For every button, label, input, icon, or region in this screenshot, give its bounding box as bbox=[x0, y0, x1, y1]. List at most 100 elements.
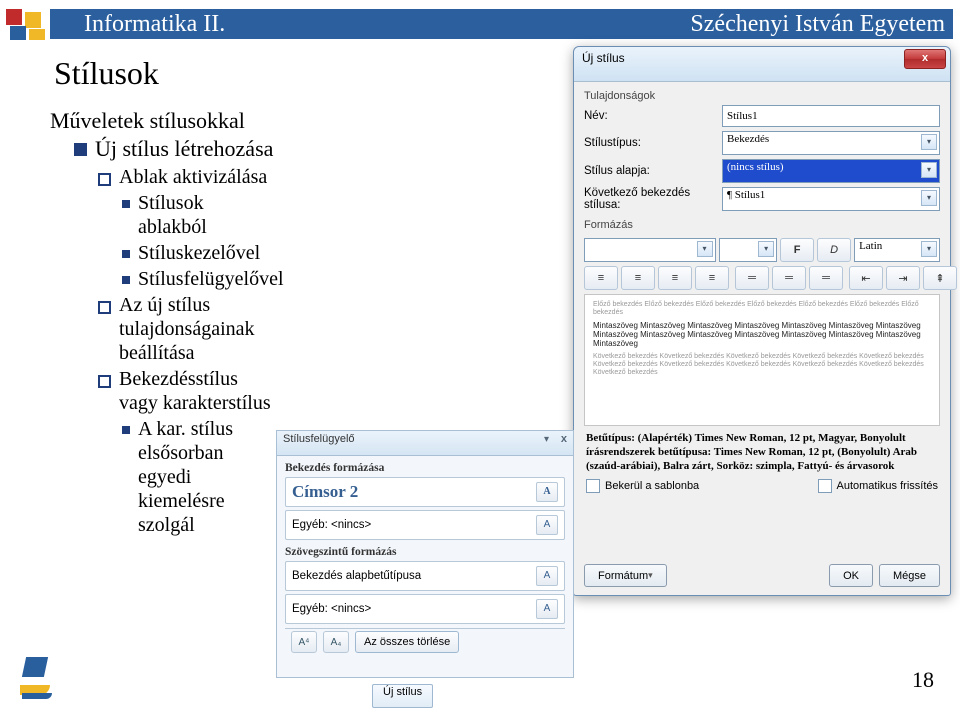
format-menu-button[interactable]: Formátum bbox=[584, 564, 667, 587]
pane-titlebar[interactable]: Stílusfelügyelő ▾ x bbox=[277, 431, 573, 456]
script-select[interactable]: Latin ▾ bbox=[854, 238, 940, 262]
font-toolbar: ▾ ▾ F D Latin ▾ bbox=[584, 238, 940, 262]
chevron-down-icon: ▾ bbox=[921, 241, 937, 257]
pane-close-button[interactable]: x bbox=[561, 433, 567, 445]
header-bar: Informatika II. Széchenyi István Egyetem bbox=[50, 9, 953, 39]
add-to-template-checkbox[interactable]: Bekerül a sablonba bbox=[586, 479, 699, 493]
list-item-label: Bekezdésstílus vagy karakterstílus bbox=[119, 367, 275, 415]
font-family-select[interactable]: ▾ bbox=[584, 238, 716, 262]
based-on-value: (nincs stílus) bbox=[727, 161, 784, 173]
new-style-button[interactable]: Új stílus bbox=[372, 684, 433, 708]
bold-button[interactable]: F bbox=[780, 238, 814, 262]
paragraph-formatting-label: Bekezdés formázása bbox=[285, 462, 565, 474]
chevron-down-icon: ▾ bbox=[697, 241, 713, 257]
list-item: Ablak aktivizálása bbox=[98, 165, 275, 189]
toolbar-new-style: Új stílus bbox=[372, 684, 433, 708]
sample-main: Mintaszöveg Mintaszöveg Mintaszöveg Mint… bbox=[593, 321, 931, 349]
list-item-label: Ablak aktivizálása bbox=[119, 165, 267, 189]
align-right-button[interactable]: ≡ bbox=[658, 266, 692, 290]
align-justify-button[interactable]: ≡ bbox=[695, 266, 729, 290]
dialog-title-text: Új stílus bbox=[582, 51, 625, 65]
italic-button[interactable]: D bbox=[817, 238, 851, 262]
inspector-toolbar: A⁴ A₄ Az összes törlése bbox=[285, 628, 565, 655]
bullet-icon bbox=[74, 143, 87, 156]
style-description: Betűtípus: (Alapérték) Times New Roman, … bbox=[586, 432, 938, 473]
page-title: Stílusok bbox=[54, 55, 159, 92]
list-item: Új stílus létrehozása bbox=[74, 136, 275, 162]
align-left-button[interactable]: ≡ bbox=[584, 266, 618, 290]
sample-preview: Előző bekezdés Előző bekezdés Előző beke… bbox=[584, 294, 940, 426]
list-item-label: Az új stílus tulajdonságainak beállítása bbox=[119, 293, 275, 365]
bullet-icon bbox=[122, 250, 130, 258]
bullet-icon bbox=[98, 301, 111, 314]
group-formatting: Formázás bbox=[584, 217, 940, 234]
list-item: A kar. stílus elsősorban egyedi kiemelés… bbox=[122, 417, 275, 537]
paragraph-other-box[interactable]: Egyéb: <nincs> A bbox=[285, 510, 565, 540]
reset-paragraph-style-icon[interactable]: A bbox=[536, 482, 558, 502]
text-formatting-label: Szövegszintű formázás bbox=[285, 546, 565, 558]
script-value: Latin bbox=[859, 240, 882, 252]
list-item: Stíluskezelővel bbox=[122, 241, 275, 265]
based-on-label: Stílus alapja: bbox=[584, 165, 722, 177]
character-style-box[interactable]: Bekezdés alapbetűtípusa A bbox=[285, 561, 565, 591]
based-on-select[interactable]: (nincs stílus) ▾ bbox=[722, 159, 940, 183]
new-style-icon[interactable]: A₄ bbox=[323, 631, 349, 653]
paragraph-toolbar: ≡ ≡ ≡ ≡ ═ ═ ═ ⇤ ⇥ ⇞ ⇟ bbox=[584, 266, 940, 290]
bullet-icon bbox=[98, 173, 111, 186]
chevron-down-icon: ▾ bbox=[921, 162, 937, 178]
styles-pane-icon[interactable]: A⁴ bbox=[291, 631, 317, 653]
close-icon: x bbox=[922, 52, 928, 64]
character-other-value: Egyéb: <nincs> bbox=[292, 603, 371, 615]
sample-after: Következő bekezdés Következő bekezdés Kö… bbox=[593, 353, 931, 377]
sample-before: Előző bekezdés Előző bekezdés Előző beke… bbox=[593, 301, 931, 317]
line-spacing-2-button[interactable]: ═ bbox=[772, 266, 806, 290]
chevron-down-icon: ▾ bbox=[921, 190, 937, 206]
bullet-icon bbox=[98, 375, 111, 388]
auto-update-checkbox[interactable]: Automatikus frissítés bbox=[818, 479, 938, 493]
pane-style-inspector: Stílusfelügyelő ▾ x Bekezdés formázása C… bbox=[276, 430, 574, 678]
chevron-down-icon: ▾ bbox=[921, 134, 937, 150]
ok-button[interactable]: OK bbox=[829, 564, 873, 587]
pane-title-text: Stílusfelügyelő bbox=[283, 433, 355, 445]
list-item-label: Stílusok ablakból bbox=[138, 191, 275, 239]
close-button[interactable]: x bbox=[904, 49, 946, 69]
course-title: Informatika II. bbox=[84, 9, 225, 39]
list-item-label: Új stílus létrehozása bbox=[95, 136, 273, 162]
next-style-select[interactable]: ¶ Stílus1 ▾ bbox=[722, 187, 940, 211]
decrease-spacing-button[interactable]: ⇞ bbox=[923, 266, 957, 290]
paragraph-style-box[interactable]: Címsor 2 A bbox=[285, 477, 565, 507]
align-center-button[interactable]: ≡ bbox=[621, 266, 655, 290]
dialog-titlebar[interactable]: Új stílus x bbox=[574, 47, 950, 82]
next-style-value: ¶ Stílus1 bbox=[727, 189, 765, 201]
list-item: Stílusfelügyelővel bbox=[122, 267, 275, 291]
list-item: Bekezdésstílus vagy karakterstílus bbox=[98, 367, 275, 415]
character-style-value: Bekezdés alapbetűtípusa bbox=[292, 570, 421, 582]
indent-decrease-button[interactable]: ⇤ bbox=[849, 266, 883, 290]
header-decoration bbox=[0, 9, 46, 40]
cancel-button[interactable]: Mégse bbox=[879, 564, 940, 587]
clear-all-button[interactable]: Az összes törlése bbox=[355, 631, 459, 653]
checkbox-box bbox=[818, 479, 832, 493]
name-input[interactable] bbox=[722, 105, 940, 127]
bullet-icon bbox=[122, 200, 130, 208]
type-label: Stílustípus: bbox=[584, 137, 722, 149]
list-item-label: Stíluskezelővel bbox=[138, 241, 260, 265]
bullet-icon bbox=[122, 276, 130, 284]
type-select[interactable]: Bekezdés ▾ bbox=[722, 131, 940, 155]
line-spacing-1-button[interactable]: ═ bbox=[735, 266, 769, 290]
reset-paragraph-other-icon[interactable]: A bbox=[536, 515, 558, 535]
reset-character-other-icon[interactable]: A bbox=[536, 599, 558, 619]
line-spacing-3-button[interactable]: ═ bbox=[809, 266, 843, 290]
reset-character-style-icon[interactable]: A bbox=[536, 566, 558, 586]
pane-options-button[interactable]: ▾ bbox=[544, 434, 549, 445]
name-label: Név: bbox=[584, 110, 722, 122]
list-item: Az új stílus tulajdonságainak beállítása bbox=[98, 293, 275, 365]
auto-update-label: Automatikus frissítés bbox=[837, 480, 938, 492]
list-item-label: A kar. stílus elsősorban egyedi kiemelés… bbox=[138, 417, 275, 537]
character-other-box[interactable]: Egyéb: <nincs> A bbox=[285, 594, 565, 624]
font-size-select[interactable]: ▾ bbox=[719, 238, 778, 262]
next-style-label: Következő bekezdés stílusa: bbox=[584, 187, 722, 211]
paragraph-style-value: Címsor 2 bbox=[292, 482, 358, 502]
add-to-template-label: Bekerül a sablonba bbox=[605, 480, 699, 492]
indent-increase-button[interactable]: ⇥ bbox=[886, 266, 920, 290]
